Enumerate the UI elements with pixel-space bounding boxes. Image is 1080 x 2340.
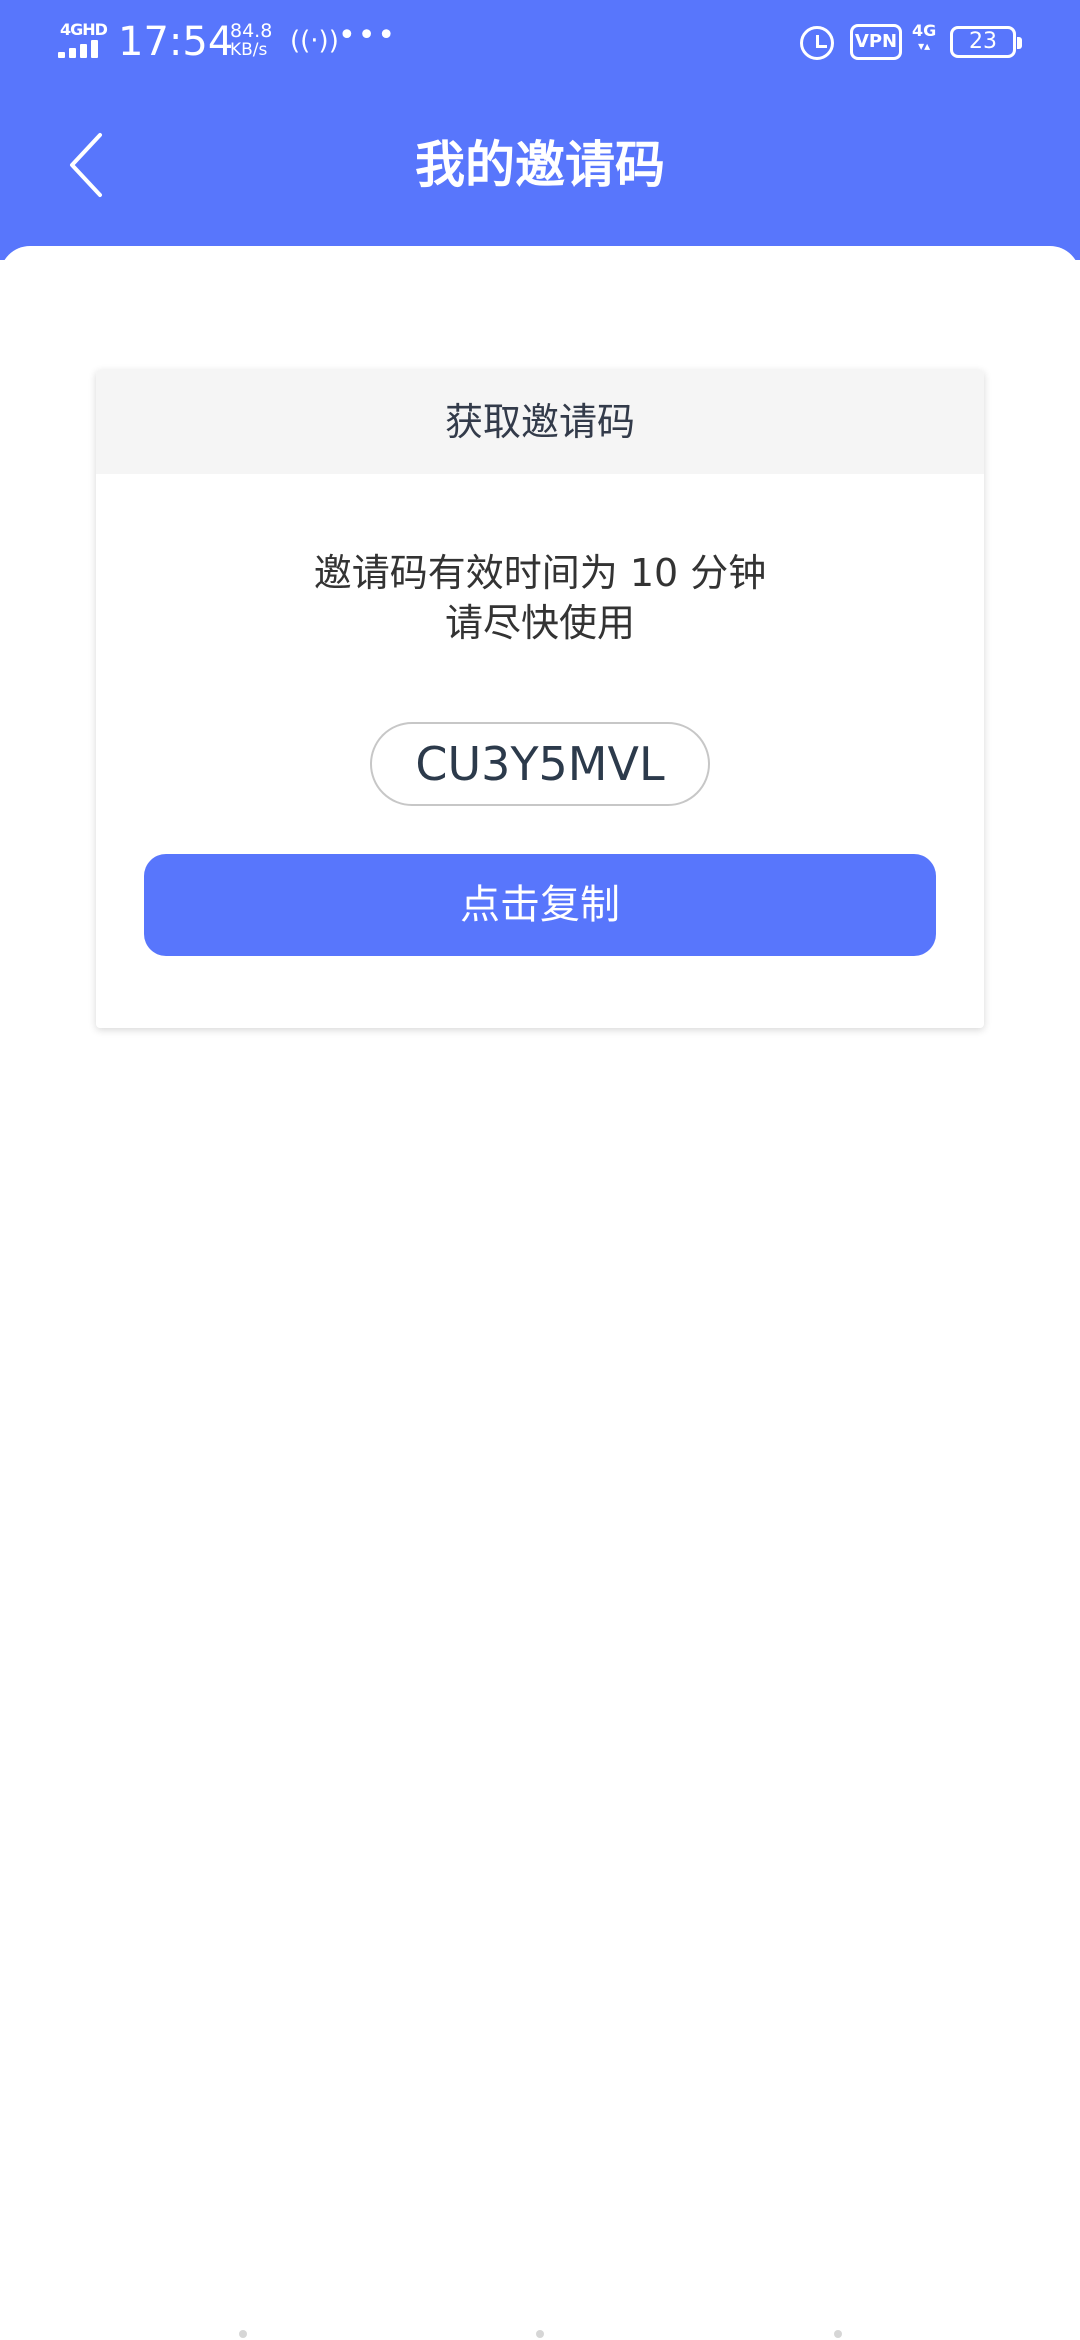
mobile-data-label: 4G: [912, 21, 937, 40]
nav-indicator-dot: [536, 2330, 544, 2338]
status-time: 17:54: [118, 19, 234, 65]
app-header: 4GHD 17:54 84.8 KB/s ((·)) ••• VPN 4G ▾▴…: [0, 0, 1080, 260]
validity-notice-line1: 邀请码有效时间为 10 分钟: [313, 551, 767, 595]
validity-notice-line2: 请尽快使用: [444, 601, 635, 645]
page-title: 我的邀请码: [415, 136, 665, 194]
mobile-data-icon: 4G ▾▴: [912, 21, 937, 53]
battery-level: 23: [969, 29, 997, 54]
card-title: 获取邀请码: [96, 370, 984, 474]
status-bar: 4GHD 17:54 84.8 KB/s ((·)) ••• VPN 4G ▾▴…: [0, 0, 1080, 84]
network-type-label: 4GHD: [60, 20, 108, 39]
hotspot-icon: ((·)): [290, 26, 339, 56]
speed-value: 84.8: [230, 20, 273, 42]
cell-signal-icon: 4GHD: [58, 20, 108, 60]
invite-code-card: 获取邀请码 邀请码有效时间为 10 分钟 请尽快使用 CU3Y5MVL 点击复制: [96, 370, 984, 1028]
validity-notice: 邀请码有效时间为 10 分钟 请尽快使用: [96, 548, 984, 648]
more-notifications-icon: •••: [338, 18, 398, 53]
invite-code-value: CU3Y5MVL: [370, 722, 710, 806]
vpn-icon: VPN: [850, 24, 902, 60]
speed-unit: KB/s: [230, 40, 268, 60]
network-speed: 84.8 KB/s: [230, 22, 272, 60]
nav-indicator-dot: [239, 2330, 247, 2338]
nav-indicator-dot: [834, 2330, 842, 2338]
battery-icon: 23: [950, 26, 1022, 58]
copy-button[interactable]: 点击复制: [144, 854, 936, 956]
alarm-icon: [800, 26, 834, 60]
